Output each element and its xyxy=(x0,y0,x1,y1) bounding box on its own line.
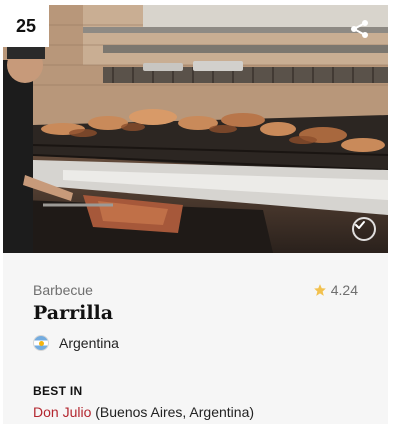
share-button[interactable] xyxy=(350,19,374,43)
best-in-line: Don Julio (Buenos Aires, Argentina) xyxy=(33,404,254,420)
dish-photo[interactable]: 25 xyxy=(3,5,388,253)
argentina-flag-icon xyxy=(33,335,49,351)
dish-category: Barbecue xyxy=(33,282,93,298)
mark-tried-button[interactable] xyxy=(352,217,376,241)
star-icon xyxy=(313,284,326,296)
share-icon xyxy=(351,20,368,38)
restaurant-link[interactable]: Don Julio xyxy=(33,404,91,420)
rank-badge: 25 xyxy=(3,5,49,47)
dish-info: Barbecue 4.24 Parrilla Argentina BEST IN… xyxy=(33,253,358,424)
rating-value: 4.24 xyxy=(330,282,358,298)
dish-rating: 4.24 xyxy=(313,282,358,298)
check-icon xyxy=(355,221,365,229)
country-link[interactable]: Argentina xyxy=(33,335,119,351)
country-name: Argentina xyxy=(59,335,119,351)
dish-card[interactable]: 25 Barbecue 4.24 Parrilla Argentina BEST… xyxy=(3,5,388,424)
restaurant-location: (Buenos Aires, Argentina) xyxy=(91,404,255,420)
best-in-label: BEST IN xyxy=(33,384,83,398)
dish-title[interactable]: Parrilla xyxy=(33,302,113,324)
grill-illustration xyxy=(3,5,388,253)
